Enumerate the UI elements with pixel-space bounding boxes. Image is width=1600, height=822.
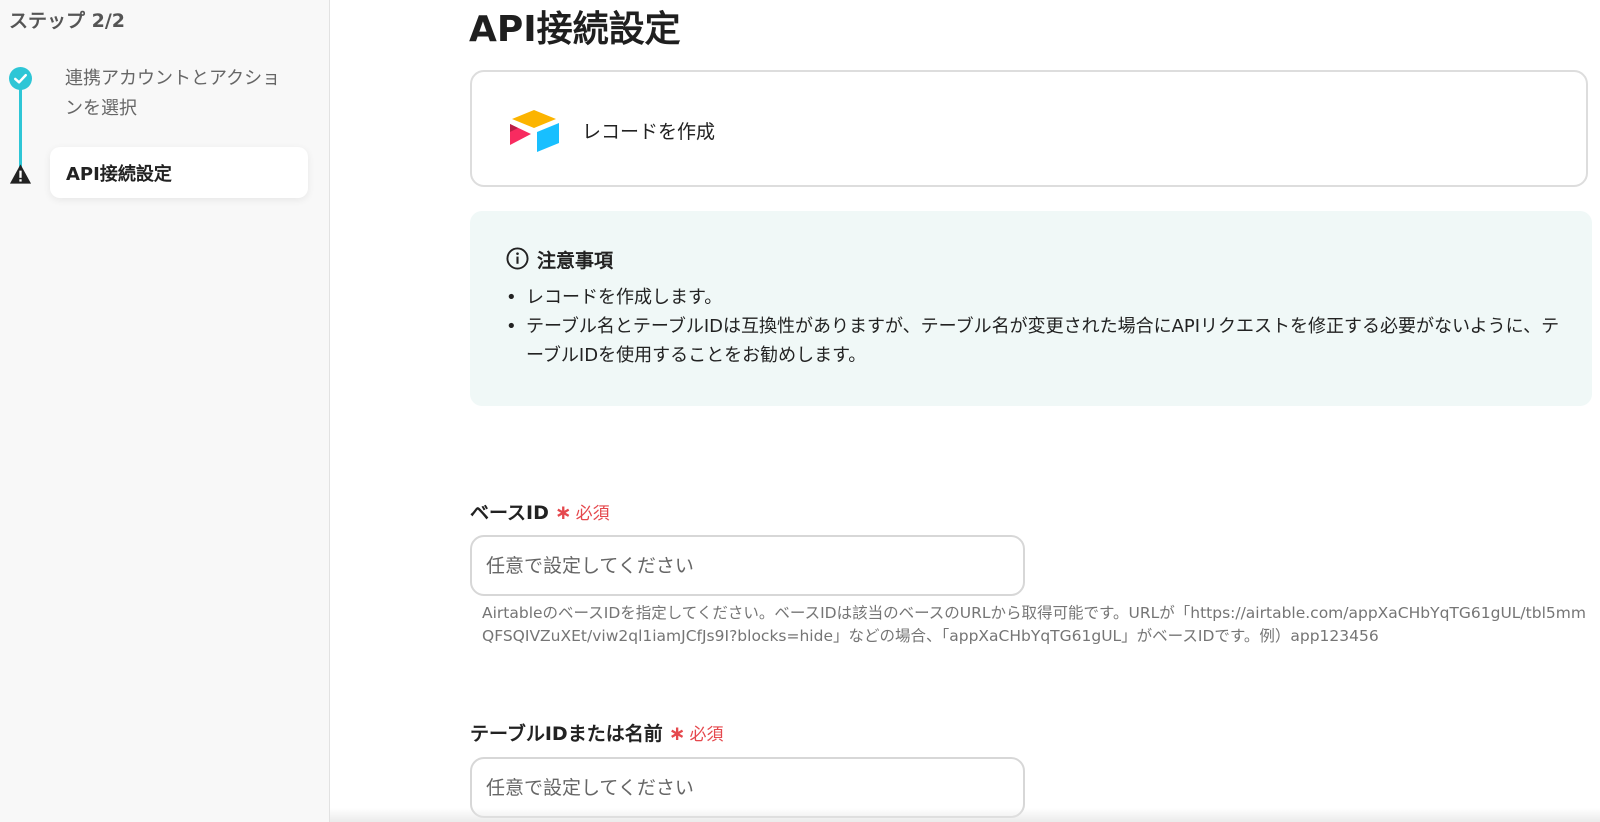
required-text: 必須 (689, 725, 724, 745)
action-card: レコードを作成 (470, 70, 1588, 187)
notice-item: テーブル名とテーブルIDは互換性がありますが、テーブル名が変更された場合にAPI… (506, 312, 1566, 370)
notice-item: レコードを作成します。 (506, 283, 1566, 312)
step-counter: ステップ 2/2 (9, 10, 125, 32)
table-id-label-text: テーブルIDまたは名前 (470, 723, 663, 745)
notice-list: レコードを作成します。 テーブル名とテーブルIDは互換性がありますが、テーブル名… (506, 283, 1566, 370)
required-asterisk: ∗ (554, 500, 572, 524)
required-asterisk: ∗ (668, 721, 686, 745)
page-title: API接続設定 (469, 9, 681, 50)
base-id-label-text: ベースID (470, 502, 549, 524)
required-text: 必須 (575, 504, 610, 524)
warning-icon (9, 164, 32, 184)
notice-box: 注意事項 レコードを作成します。 テーブル名とテーブルIDは互換性がありますが、… (470, 211, 1592, 406)
base-id-help-text: AirtableのベースIDを指定してください。ベースIDは該当のベースのURL… (482, 604, 1586, 645)
info-icon (506, 247, 529, 270)
sidebar-step-api-settings[interactable]: API接続設定 (50, 147, 308, 198)
notice-title: 注意事項 (537, 250, 614, 272)
scroll-fade (330, 808, 1600, 822)
airtable-icon (510, 110, 559, 152)
base-id-label: ベースID ∗ 必須 (470, 498, 610, 525)
action-name: レコードを作成 (582, 121, 716, 143)
sidebar-step-label: API接続設定 (66, 164, 172, 185)
sidebar-step-select-account-action[interactable]: 連携アカウントとアクションを選択 (65, 64, 295, 124)
check-circle-icon (9, 67, 32, 90)
sidebar: ステップ 2/2 連携アカウントとアクションを選択 API接続設定 (0, 0, 330, 822)
base-id-input[interactable] (470, 535, 1025, 596)
table-id-label: テーブルIDまたは名前 ∗ 必須 (470, 719, 723, 746)
